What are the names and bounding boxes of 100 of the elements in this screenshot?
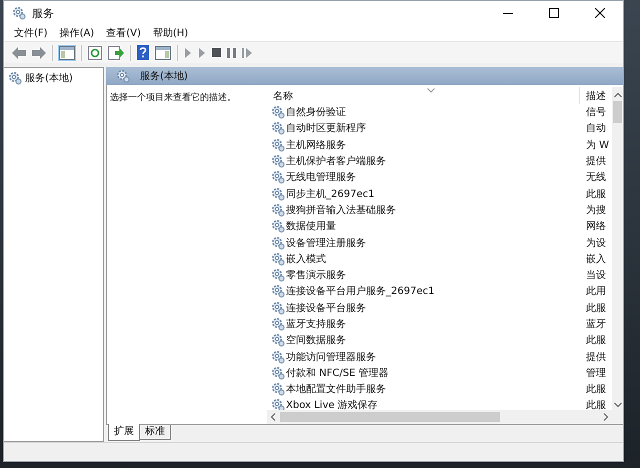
service-icon — [271, 121, 285, 136]
service-icon — [271, 398, 285, 410]
service-icon — [271, 186, 285, 201]
service-icon — [271, 350, 285, 364]
window-title: 服务 — [32, 6, 54, 20]
pause-icon[interactable] — [227, 48, 236, 58]
service-row[interactable]: 付款和 NFC/SE 管理器 管理 — [267, 364, 612, 382]
service-name: 数据使用量 — [286, 220, 336, 234]
menu-item[interactable]: 操作(A) — [60, 26, 94, 40]
service-description: 当设 — [585, 268, 607, 282]
refresh-icon[interactable] — [88, 46, 102, 60]
service-name: 自动时区更新程序 — [286, 122, 366, 136]
service-description: 信号 — [585, 106, 607, 120]
service-icon — [271, 268, 285, 282]
service-description: 提供 — [585, 350, 607, 364]
service-row[interactable]: 无线电管理服务 无线 — [267, 169, 612, 186]
service-icon — [271, 105, 285, 120]
service-description: 此服 — [585, 334, 607, 348]
service-row[interactable]: 蓝牙支持服务 蓝牙 — [267, 316, 612, 332]
sort-icon — [427, 88, 435, 93]
console-tree-icon[interactable] — [59, 46, 75, 60]
service-row[interactable]: 连接设备平台用户服务_2697ec1 此用 — [267, 283, 612, 300]
service-row[interactable]: 嵌入模式 嵌入 — [267, 250, 612, 267]
scroll-up-icon[interactable] — [614, 92, 622, 98]
resume-icon[interactable] — [242, 48, 253, 58]
vertical-scrollbar[interactable] — [612, 87, 623, 424]
service-row[interactable]: 设备管理注册服务 为设 — [267, 234, 612, 251]
service-name: 主机保护者客户端服务 — [286, 154, 386, 168]
service-icon — [271, 317, 285, 331]
menu-item[interactable]: 文件(F) — [14, 26, 48, 40]
service-row[interactable]: 本地配置文件助手服务 此服 — [267, 381, 612, 398]
service-row[interactable]: 零售演示服务 当设 — [267, 266, 612, 284]
column-header[interactable]: 名称 — [267, 87, 579, 104]
gear-icon — [8, 71, 22, 85]
service-row[interactable]: 搜狗拼音输入法基础服务 为搜 — [267, 202, 612, 218]
back-icon[interactable] — [12, 46, 26, 58]
service-description: 此服 — [585, 188, 607, 201]
action-pane-icon[interactable] — [155, 46, 171, 60]
service-name: 付款和 NFC/SE 管理器 — [286, 366, 389, 380]
service-name: 无线电管理服务 — [286, 170, 356, 184]
close-icon — [595, 8, 605, 18]
service-row[interactable]: 自动时区更新程序 自动 — [267, 120, 612, 137]
service-row[interactable]: 自然身份验证 信号 — [267, 104, 612, 120]
service-name: 嵌入模式 — [286, 252, 326, 266]
service-icon — [271, 366, 285, 380]
service-row[interactable]: 主机保护者客户端服务 提供 — [267, 152, 612, 170]
service-row[interactable]: Xbox Live 游戏保存 此服 — [267, 397, 612, 410]
tree-item-label: 服务(本地) — [25, 72, 73, 85]
panel-title: 服务(本地) — [140, 70, 188, 83]
service-icon — [271, 138, 285, 152]
service-row[interactable]: 同步主机_2697ec1 此服 — [267, 185, 612, 202]
service-name: 零售演示服务 — [286, 268, 346, 282]
service-icon — [271, 154, 285, 168]
scroll-thumb[interactable] — [613, 101, 622, 123]
service-name: 连接设备平台用户服务_2697ec1 — [286, 284, 434, 298]
forward-icon[interactable] — [32, 46, 46, 58]
service-name: 主机网络服务 — [286, 138, 346, 152]
menu-item[interactable]: 查看(V) — [106, 26, 141, 40]
service-icon — [271, 284, 285, 298]
service-description: 自动 — [585, 122, 607, 136]
service-description: 此服 — [585, 382, 607, 396]
gear-icon — [116, 69, 130, 83]
service-description: 提供 — [585, 155, 607, 168]
service-name: 自然身份验证 — [286, 106, 346, 120]
scroll-down-icon[interactable] — [614, 402, 622, 408]
service-description: 无线 — [585, 170, 607, 184]
service-description: 为设 — [585, 236, 607, 250]
service-icon — [271, 236, 285, 250]
service-icon — [271, 202, 285, 217]
service-row[interactable]: 主机网络服务 为 W — [267, 136, 612, 153]
service-row[interactable]: 数据使用量 网络 — [267, 218, 612, 234]
service-icon — [271, 382, 285, 396]
service-name: 连接设备平台服务 — [286, 302, 366, 315]
help-icon[interactable] — [137, 45, 149, 60]
export-icon[interactable] — [108, 46, 124, 60]
service-name: 同步主机_2697ec1 — [286, 188, 374, 201]
scroll-left-icon[interactable] — [270, 413, 276, 421]
service-name: 蓝牙支持服务 — [286, 318, 346, 331]
tree-item[interactable]: 服务(本地) — [4, 70, 103, 86]
service-description: 为 W — [585, 138, 610, 152]
maximize-icon — [549, 8, 559, 18]
service-name: Xbox Live 游戏保存 — [286, 398, 378, 410]
service-description: 此服 — [585, 302, 607, 315]
view-tab[interactable]: 标准 — [139, 425, 171, 440]
service-description: 嵌入 — [585, 252, 607, 266]
service-description: 此用 — [585, 284, 607, 298]
scroll-thumb[interactable] — [280, 412, 500, 422]
description-text: 选择一个项目来查看它的描述。 — [110, 93, 236, 103]
service-icon — [271, 300, 285, 315]
view-tab[interactable]: 扩展 — [108, 424, 140, 441]
service-row[interactable]: 连接设备平台服务 此服 — [267, 300, 612, 316]
service-icon — [271, 219, 285, 234]
service-row[interactable]: 空间数据服务 此服 — [267, 332, 612, 348]
horizontal-scrollbar[interactable] — [267, 410, 612, 424]
service-description: 管理 — [585, 366, 607, 380]
menu-item[interactable]: 帮助(H) — [152, 26, 188, 40]
scroll-right-icon[interactable] — [603, 413, 609, 421]
service-icon — [271, 170, 285, 184]
service-name: 空间数据服务 — [286, 334, 346, 348]
service-row[interactable]: 功能访问管理器服务 提供 — [267, 348, 612, 365]
